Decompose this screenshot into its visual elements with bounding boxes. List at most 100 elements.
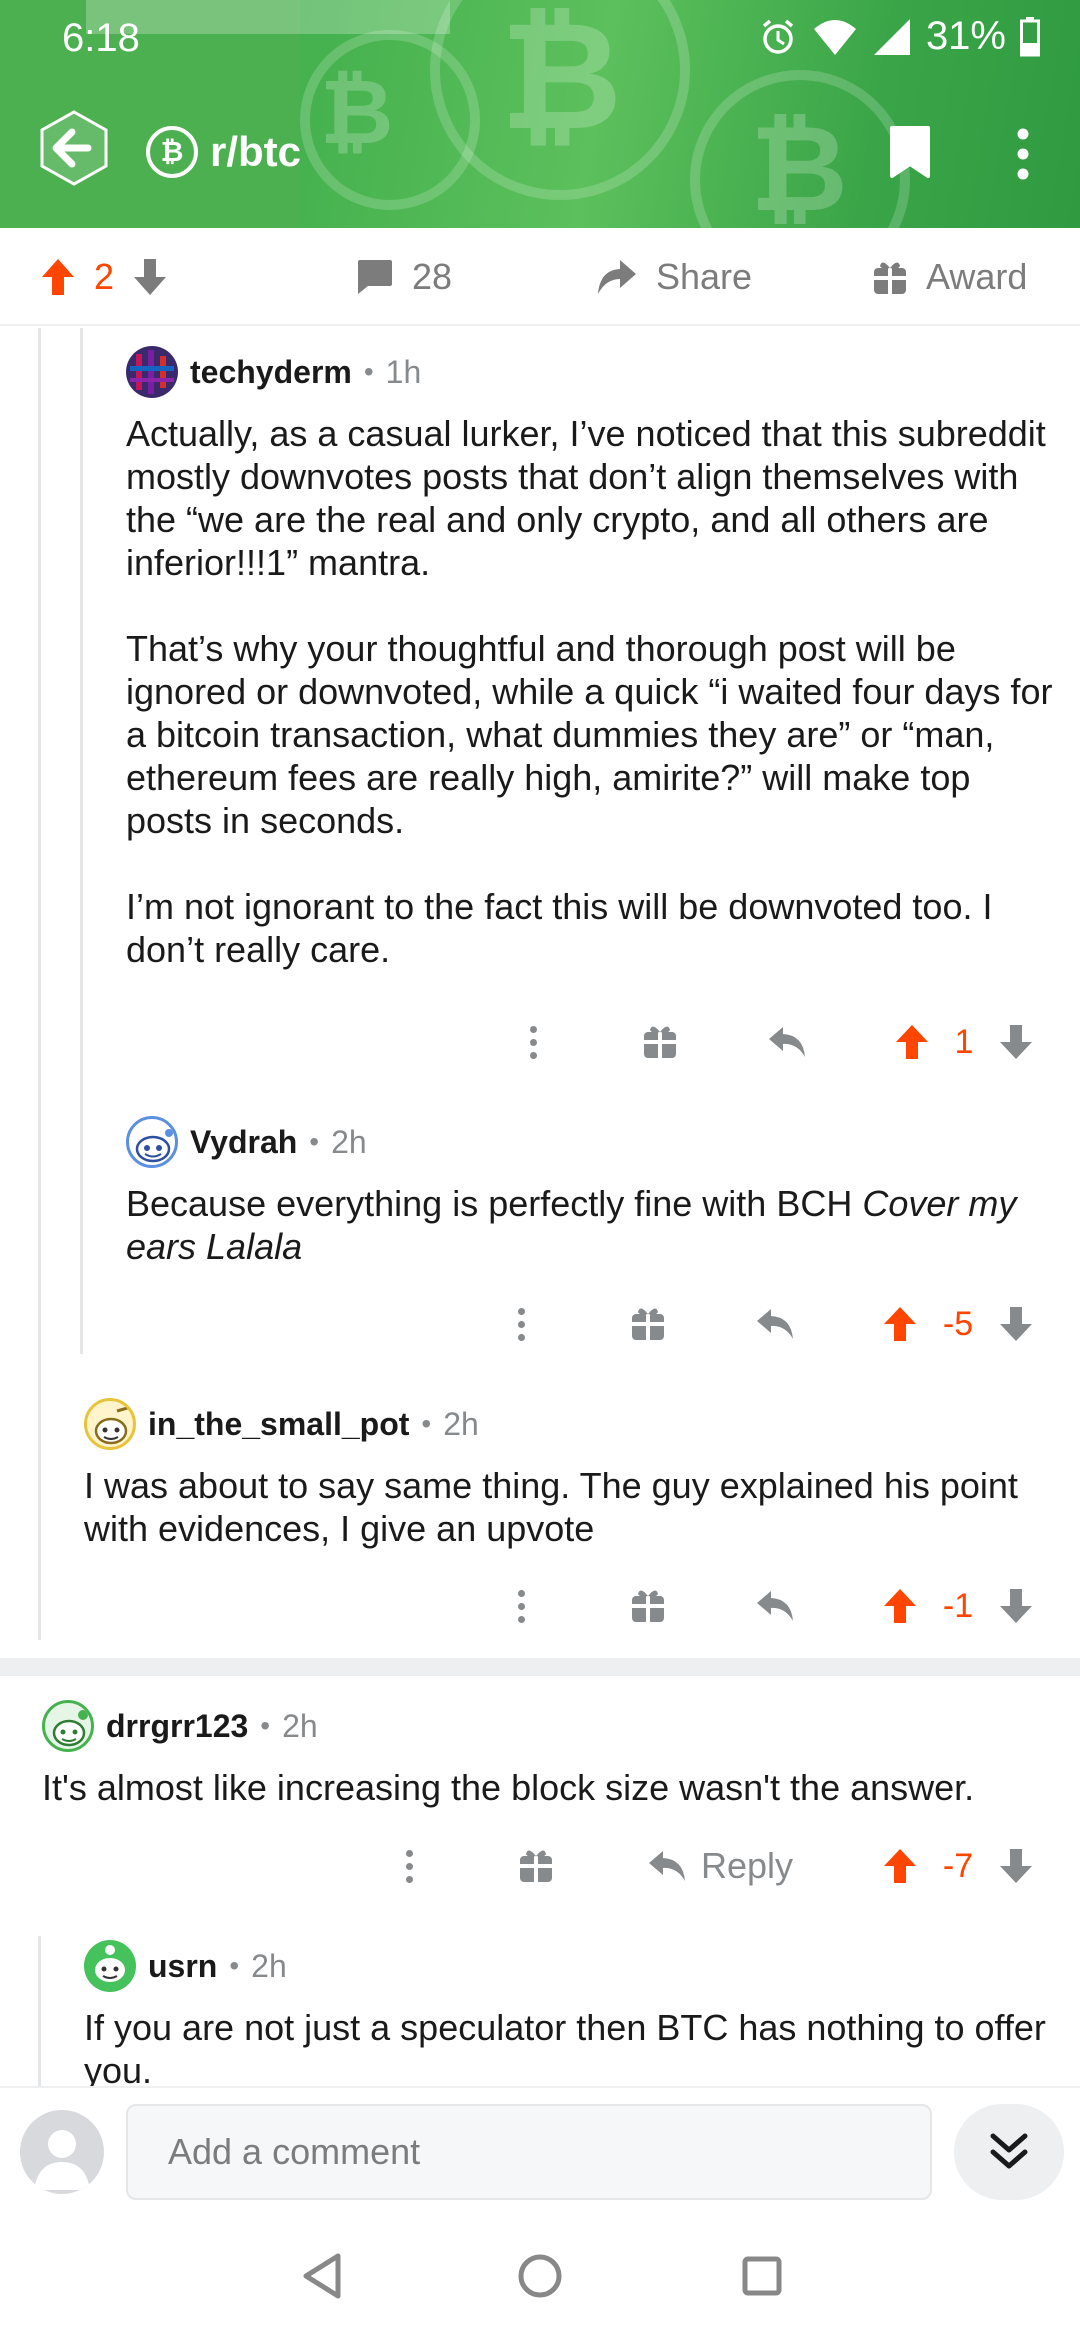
post-vote-controls: 2	[40, 228, 168, 326]
downvote-button[interactable]	[994, 1576, 1038, 1636]
upvote-icon[interactable]	[40, 257, 76, 297]
comment-body: It's almost like increasing the block si…	[42, 1767, 975, 1808]
avatar[interactable]	[126, 346, 178, 398]
share-label: Share	[656, 256, 753, 297]
more-options-icon	[518, 1589, 526, 1623]
upvote-icon	[884, 1849, 916, 1883]
award-button[interactable]	[624, 1576, 672, 1636]
comment-paragraph: Actually, as a casual lurker, I’ve notic…	[126, 413, 1046, 583]
thread-divider	[0, 1658, 1080, 1676]
avatar[interactable]	[84, 1398, 136, 1450]
comment-timestamp: 2h	[331, 1123, 367, 1160]
subreddit-icon[interactable]: ₿	[146, 126, 198, 178]
comment-timestamp: 1h	[385, 353, 422, 390]
comment-score: -1	[942, 1586, 974, 1625]
more-options-button[interactable]	[512, 1012, 556, 1072]
separator-dot: •	[309, 1126, 320, 1157]
reply-button[interactable]: Reply	[640, 1836, 800, 1896]
comment: in_the_small_pot • 2h I was about to say…	[84, 1396, 1064, 1550]
downvote-button[interactable]	[994, 1836, 1038, 1896]
comment-score: 1	[954, 1022, 974, 1061]
comment-username[interactable]: techyderm	[190, 354, 352, 391]
comment-composer-bar: Add a comment	[0, 2086, 1080, 2214]
comment-username[interactable]: Vydrah	[190, 1124, 297, 1161]
upvote-icon	[896, 1025, 928, 1059]
more-options-button[interactable]	[500, 1576, 544, 1636]
status-time: 6:18	[62, 16, 140, 60]
more-options-icon	[406, 1849, 414, 1883]
gift-icon	[632, 1308, 664, 1340]
more-options-icon	[518, 1307, 526, 1341]
upvote-icon	[884, 1589, 916, 1623]
avatar[interactable]	[42, 1700, 94, 1752]
comment-icon	[358, 260, 392, 294]
double-chevron-down-icon	[990, 2133, 1028, 2169]
nav-back-button[interactable]	[292, 2246, 352, 2306]
bitcoin-symbol-decoration: ₿	[500, 0, 623, 164]
comment: techyderm • 1h Actually, as a casual lur…	[126, 344, 1066, 971]
share-button[interactable]: Share	[596, 228, 752, 326]
reply-icon	[769, 1027, 805, 1057]
snoo-avatar-icon	[135, 1129, 173, 1163]
comment-timestamp: 2h	[251, 1947, 287, 1984]
gift-icon	[644, 1026, 676, 1058]
upvote-button[interactable]	[878, 1576, 922, 1636]
comment: usrn • 2h If you are not just a speculat…	[84, 1938, 1064, 2092]
thread-line	[80, 328, 83, 1354]
comments-button[interactable]: 28	[354, 228, 452, 326]
upvote-button[interactable]	[878, 1294, 922, 1354]
avatar[interactable]	[126, 1116, 178, 1168]
more-options-button[interactable]	[388, 1836, 432, 1896]
comment-score: -5	[942, 1304, 974, 1343]
upvote-button[interactable]	[878, 1836, 922, 1896]
bookmark-icon[interactable]	[888, 124, 932, 180]
avatar[interactable]	[20, 2110, 104, 2194]
thread-line	[38, 328, 41, 1640]
avatar[interactable]	[84, 1940, 136, 1992]
comment-username[interactable]: drrgrr123	[106, 1708, 248, 1745]
comment-username[interactable]: in_the_small_pot	[148, 1406, 409, 1443]
award-button[interactable]	[636, 1012, 684, 1072]
status-icons: 31%	[758, 14, 1040, 59]
gift-icon	[874, 262, 906, 296]
downvote-icon[interactable]	[132, 257, 168, 297]
nav-recents-button[interactable]	[732, 2246, 792, 2306]
reply-button[interactable]	[762, 1012, 812, 1072]
upvote-button[interactable]	[890, 1012, 934, 1072]
subreddit-header: ₿ ₿ ₿ 6:18 31% ₿ r/btc	[0, 0, 1080, 228]
comment-timestamp: 2h	[443, 1405, 479, 1442]
back-arrow-icon	[40, 110, 108, 186]
downvote-button[interactable]	[994, 1012, 1038, 1072]
upvote-icon	[884, 1307, 916, 1341]
comment-score: -7	[942, 1846, 974, 1885]
comment-actions: Reply -7	[0, 1836, 1080, 1896]
reply-button[interactable]	[750, 1576, 800, 1636]
subreddit-name[interactable]: r/btc	[210, 128, 301, 176]
reply-label: Reply	[700, 1845, 794, 1886]
more-options-icon[interactable]	[1012, 126, 1034, 182]
comment-body: Actually, as a casual lurker, I’ve notic…	[126, 412, 1066, 971]
downvote-icon	[1000, 1025, 1032, 1059]
user-placeholder-icon	[34, 2130, 90, 2190]
back-button[interactable]	[34, 108, 114, 188]
more-options-button[interactable]	[500, 1294, 544, 1354]
comment-username[interactable]: usrn	[148, 1948, 217, 1985]
downvote-button[interactable]	[994, 1294, 1038, 1354]
comment: drrgrr123 • 2h It's almost like increasi…	[42, 1698, 1062, 1809]
comment-paragraph: That’s why your thoughtful and thorough …	[126, 628, 1053, 841]
nav-home-button[interactable]	[510, 2246, 570, 2306]
comment-body: I was about to say same thing. The guy e…	[84, 1465, 1018, 1549]
reply-icon	[757, 1591, 793, 1621]
reply-button[interactable]	[750, 1294, 800, 1354]
more-options-icon	[530, 1025, 538, 1059]
award-button[interactable]	[512, 1836, 560, 1896]
reply-icon	[757, 1309, 793, 1339]
add-comment-input[interactable]: Add a comment	[126, 2104, 932, 2200]
reply-icon	[648, 1851, 685, 1881]
downvote-icon	[1000, 1849, 1032, 1883]
gift-icon	[520, 1850, 552, 1882]
award-button[interactable]	[624, 1294, 672, 1354]
award-button[interactable]: Award	[872, 228, 1027, 326]
post-action-bar: 2 28 Share Award	[0, 228, 1080, 326]
jump-to-next-button[interactable]	[954, 2104, 1064, 2200]
